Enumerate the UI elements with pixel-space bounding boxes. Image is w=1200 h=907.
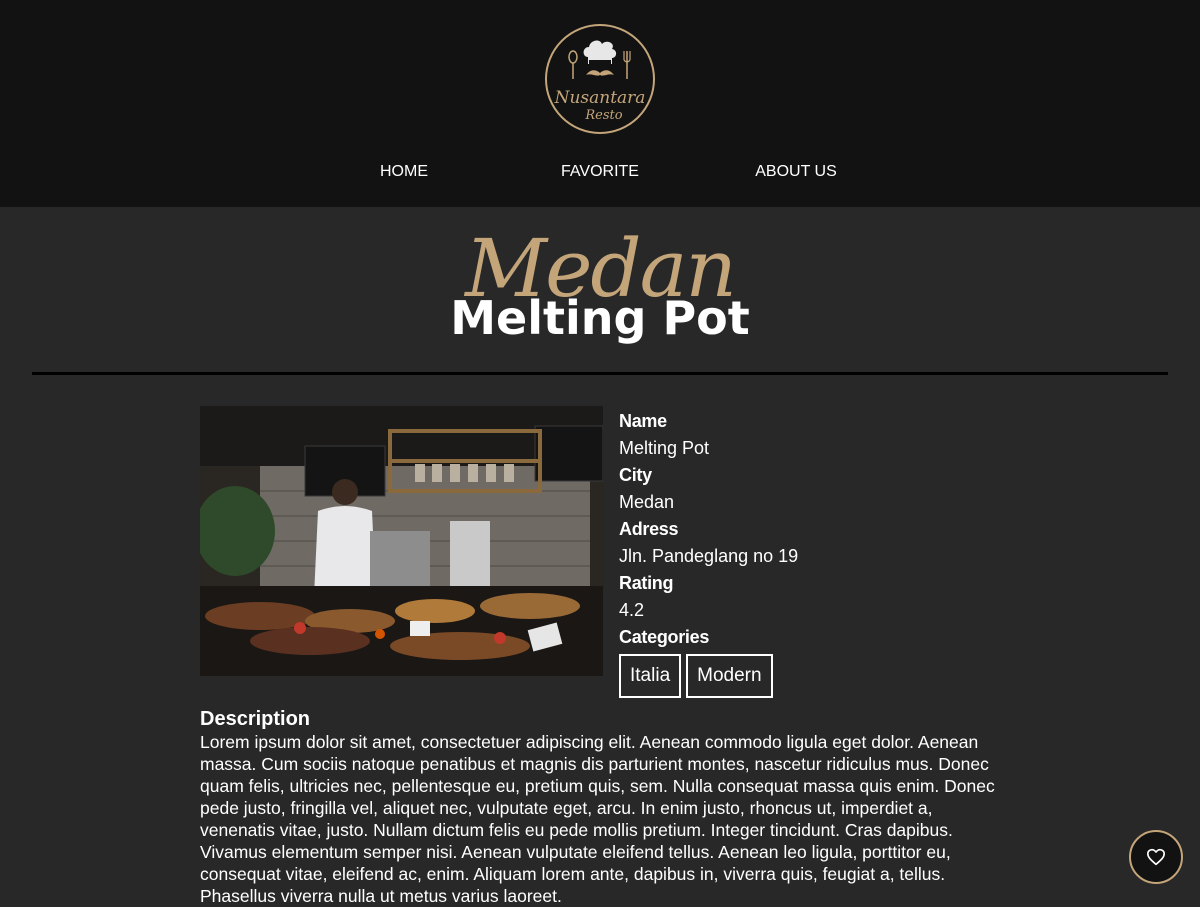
restaurant-title: Melting Pot: [450, 291, 750, 345]
category-tag: Modern: [686, 654, 773, 698]
name-label: Name: [619, 411, 667, 431]
favorite-button[interactable]: [1129, 830, 1183, 884]
rating-label: Rating: [619, 573, 674, 593]
logo-text-line2: Resto: [584, 108, 622, 123]
address-value: Jln. Pandeglang no 19: [619, 546, 799, 566]
restaurant-logo[interactable]: Nusantara Resto: [544, 23, 656, 135]
main-nav: HOME FAVORITE ABOUT US: [0, 163, 1200, 185]
address-label: Adress: [619, 519, 679, 539]
city-value: Medan: [619, 492, 675, 512]
description-text: Lorem ipsum dolor sit amet, consectetuer…: [200, 732, 995, 906]
category-tag: Italia: [619, 654, 682, 698]
section-divider: [32, 372, 1168, 375]
restaurant-info: Name Melting Pot City Medan Adress Jln. …: [619, 410, 1019, 698]
restaurant-hero: Medan Melting Pot: [0, 207, 1200, 373]
restaurant-photo: [200, 406, 603, 676]
city-label: City: [619, 465, 652, 485]
logo-emblem: Nusantara Resto: [545, 24, 655, 134]
nav-favorite-link[interactable]: FAVORITE: [561, 163, 639, 181]
description-section: Description Lorem ipsum dolor sit amet, …: [200, 707, 1000, 907]
categories-label: Categories: [619, 627, 710, 647]
heart-icon: [1147, 848, 1165, 866]
rating-value: 4.2: [619, 600, 645, 620]
description-label: Description: [200, 708, 311, 730]
kitchen-photo-illustration: [200, 406, 603, 676]
name-value: Melting Pot: [619, 438, 710, 458]
category-list: Italia Modern: [619, 654, 1019, 698]
logo-text-line1: Nusantara: [554, 88, 646, 108]
site-header: Nusantara Resto HOME FAVORITE ABOUT US: [0, 0, 1200, 207]
nav-home-link[interactable]: HOME: [380, 163, 428, 181]
nav-about-us-link[interactable]: ABOUT US: [755, 163, 837, 181]
